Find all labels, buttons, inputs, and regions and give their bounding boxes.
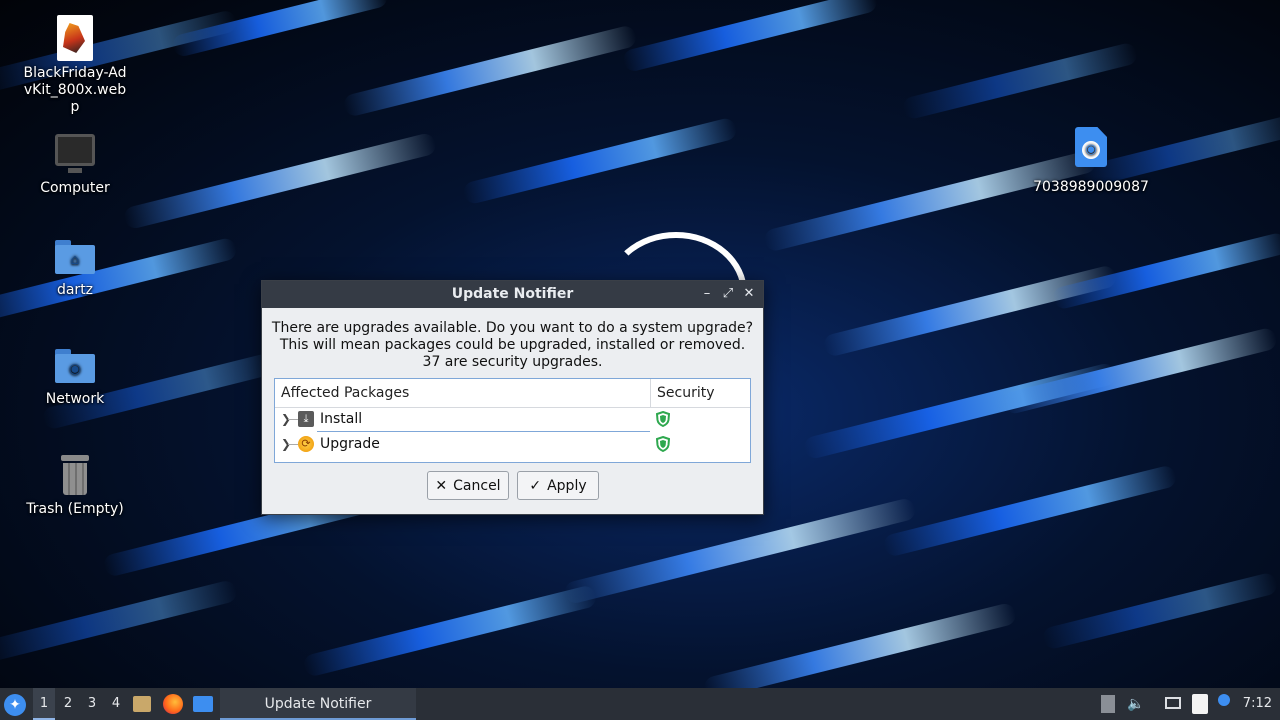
desktop-icon-label: Trash (Empty) bbox=[26, 501, 124, 517]
column-header-affected[interactable]: Affected Packages bbox=[281, 385, 409, 401]
column-header-security[interactable]: Security bbox=[657, 385, 715, 401]
update-icon[interactable] bbox=[1214, 688, 1234, 720]
workspace-4[interactable]: 4 bbox=[105, 688, 127, 720]
web-file-icon: ◉ bbox=[1075, 127, 1107, 167]
list-item-install[interactable]: ❯ ⤓ Install bbox=[275, 408, 750, 432]
workspace-3[interactable]: 3 bbox=[81, 688, 103, 720]
update-notifier-dialog: Update Notifier – ⤢ ✕ There are upgrades… bbox=[261, 280, 764, 515]
desktop-icon[interactable] bbox=[193, 688, 215, 720]
desktop-icon-trash[interactable]: Trash (Empty) bbox=[15, 455, 135, 518]
list-item-upgrade[interactable]: ❯ ⟳ Upgrade bbox=[275, 433, 750, 457]
desktop-icon-label: 7038989009087 bbox=[1033, 179, 1149, 195]
tree-line bbox=[288, 444, 298, 445]
message-line: This will mean packages could be upgrade… bbox=[279, 337, 746, 353]
computer-icon bbox=[55, 134, 95, 173]
checkmark-icon: ✓ bbox=[529, 478, 542, 494]
dialog-message: There are upgrades available. Do you wan… bbox=[262, 320, 763, 371]
taskbar: ✦ 1 2 3 4 Update Notifier 🔈 7:12 bbox=[0, 688, 1280, 720]
volume-icon[interactable]: 🔈 bbox=[1126, 688, 1146, 720]
affected-packages-list[interactable]: Affected Packages Security ❯ ⤓ Install ❯… bbox=[274, 378, 751, 463]
tree-line bbox=[288, 419, 298, 420]
dialog-title: Update Notifier bbox=[451, 286, 574, 302]
upgrade-icon: ⟳ bbox=[298, 436, 314, 452]
message-line: 37 are security upgrades. bbox=[422, 354, 603, 370]
task-label: Update Notifier bbox=[264, 696, 372, 712]
desktop-icon-label: Network bbox=[45, 391, 105, 407]
desktop-icon-label: BlackFriday-AdvKit_800x.webp bbox=[23, 65, 127, 115]
list-header: Affected Packages Security bbox=[275, 379, 750, 408]
apply-button-label: Apply bbox=[547, 478, 587, 494]
shield-icon bbox=[656, 436, 670, 452]
desktop-icon-home[interactable]: ⌂ dartz bbox=[15, 236, 135, 299]
desktop-icon-computer[interactable]: Computer bbox=[15, 130, 135, 197]
apply-button[interactable]: ✓ Apply bbox=[517, 471, 599, 500]
trash-icon bbox=[59, 455, 91, 495]
task-update-notifier[interactable]: Update Notifier bbox=[220, 688, 416, 720]
focus-underline bbox=[317, 431, 650, 432]
row-label: Install bbox=[320, 411, 363, 427]
close-icon[interactable]: ✕ bbox=[740, 285, 758, 303]
clock[interactable]: 7:12 bbox=[1243, 688, 1272, 720]
desktop-icon-label: Computer bbox=[40, 180, 110, 196]
desktop-icon-label: dartz bbox=[56, 282, 94, 298]
cancel-button[interactable]: ✕ Cancel bbox=[427, 471, 509, 500]
workspace-2[interactable]: 2 bbox=[57, 688, 79, 720]
file-manager-icon[interactable] bbox=[133, 688, 155, 720]
clipboard-icon[interactable] bbox=[1190, 688, 1210, 720]
desktop-icon-blackfriday[interactable]: BlackFriday-AdvKit_800x.webp bbox=[15, 15, 135, 116]
close-icon: ✕ bbox=[435, 478, 448, 494]
dialog-titlebar[interactable]: Update Notifier – ⤢ ✕ bbox=[262, 281, 763, 308]
minimize-icon[interactable]: – bbox=[698, 285, 716, 303]
row-label: Upgrade bbox=[320, 436, 380, 452]
notification-icon[interactable] bbox=[1098, 688, 1118, 720]
home-folder-icon: ⌂ bbox=[55, 240, 95, 274]
firefox-icon[interactable] bbox=[163, 688, 185, 720]
download-icon: ⤓ bbox=[298, 411, 314, 427]
workspace-1[interactable]: 1 bbox=[33, 688, 55, 720]
desktop-icon-web-file[interactable]: ◉ 7038989009087 bbox=[1031, 127, 1151, 196]
start-menu-icon[interactable]: ✦ bbox=[4, 694, 26, 716]
network-folder-icon: ◉ bbox=[55, 349, 95, 383]
cancel-button-label: Cancel bbox=[453, 478, 501, 494]
column-divider bbox=[650, 379, 651, 407]
desktop-icon-network[interactable]: ◉ Network bbox=[15, 345, 135, 408]
shield-icon bbox=[656, 411, 670, 427]
message-line: There are upgrades available. Do you wan… bbox=[271, 320, 754, 336]
network-icon[interactable] bbox=[1163, 688, 1183, 720]
image-file-icon bbox=[57, 15, 93, 61]
maximize-icon[interactable]: ⤢ bbox=[719, 285, 737, 303]
